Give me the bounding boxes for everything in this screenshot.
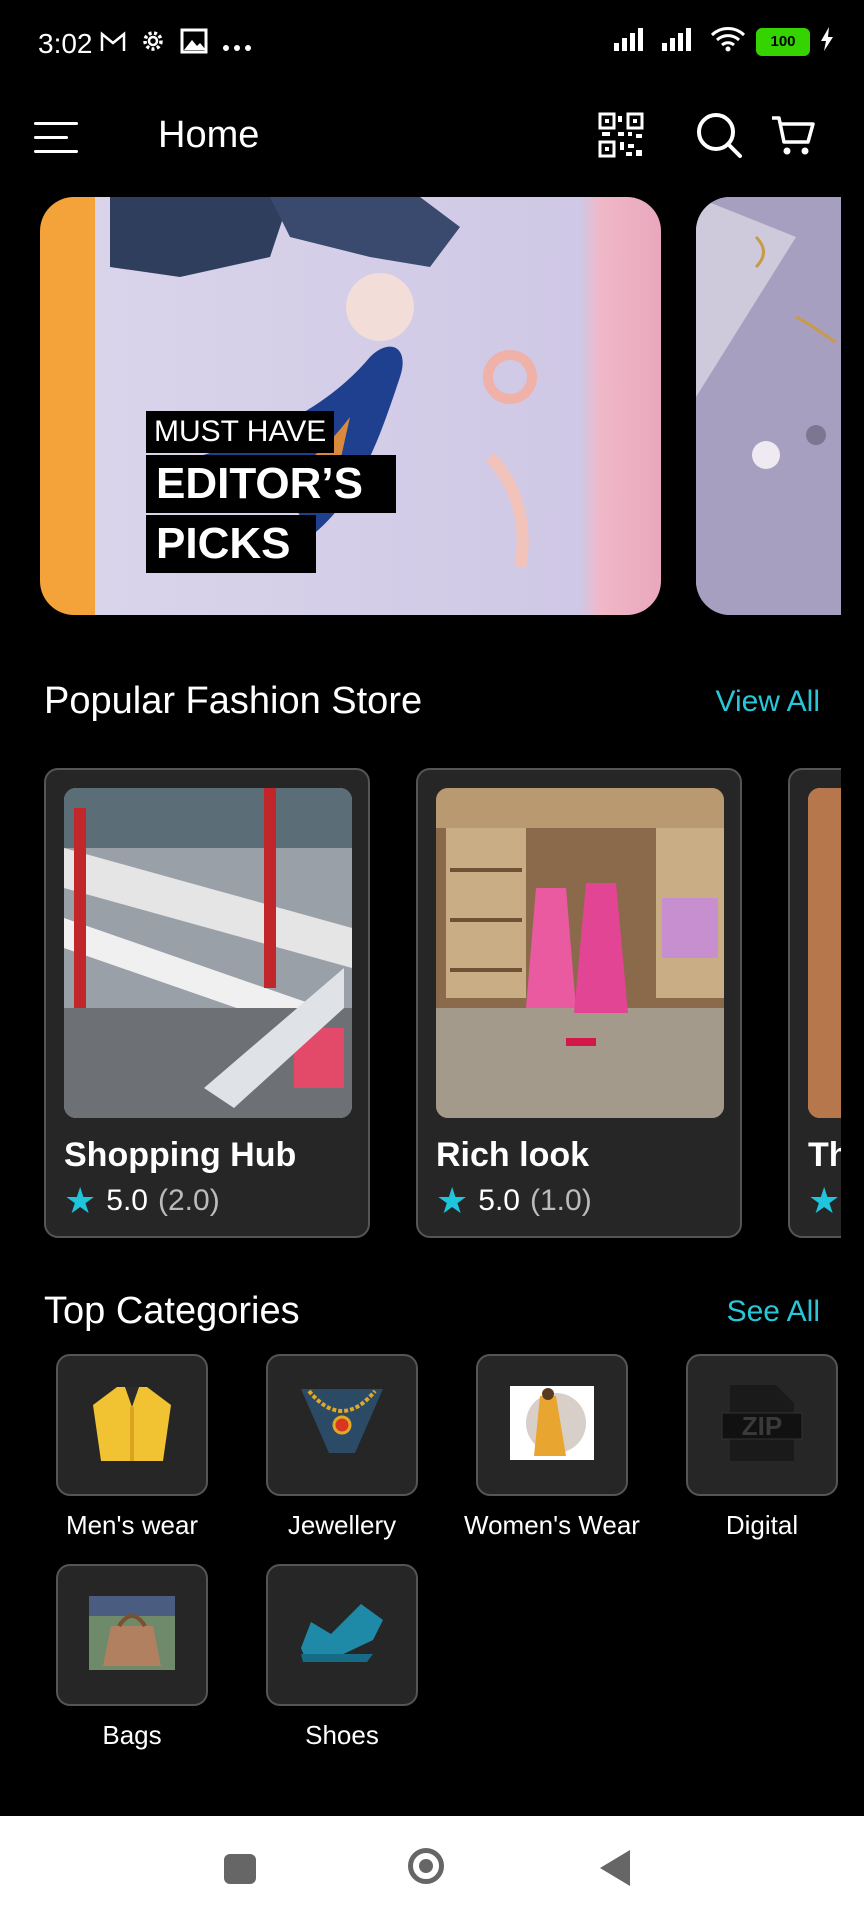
status-icons-right: 100 (614, 26, 834, 57)
rating-value: 5.0 (478, 1184, 520, 1217)
status-bar: 3:02 100 (0, 0, 864, 92)
shoe-icon (297, 1598, 387, 1673)
star-icon: ★ (808, 1180, 841, 1221)
bag-icon (89, 1595, 175, 1675)
category-shoes[interactable]: Shoes (237, 1564, 447, 1751)
banner-next-illustration (696, 197, 841, 615)
category-tile[interactable] (56, 1354, 208, 1496)
page-title: Home (158, 114, 260, 156)
rating-value: 5.0 (106, 1184, 148, 1217)
store-list[interactable]: Shopping Hub ★ 5.0 (2.0) Rich look ★ 5.0… (44, 768, 841, 1240)
qr-code-icon[interactable] (598, 112, 644, 158)
star-icon: ★ (64, 1180, 97, 1221)
category-label: Women's Wear (464, 1510, 640, 1540)
store-name: Th (808, 1136, 841, 1174)
banner-caption-line3: PICKS (146, 515, 316, 573)
category-tile[interactable] (56, 1564, 208, 1706)
wifi-icon (710, 26, 746, 57)
banner-editors-picks[interactable]: MUST HAVE EDITOR’S PICKS (40, 197, 661, 615)
gmail-icon (100, 28, 126, 61)
jewellery-icon (297, 1383, 387, 1468)
mens-wear-icon (87, 1383, 177, 1468)
status-icons-left (100, 28, 252, 61)
store-image (808, 788, 841, 1118)
view-all-link[interactable]: View All (715, 685, 820, 719)
photo-icon (180, 28, 208, 61)
store-rating: ★ (808, 1180, 840, 1222)
see-all-link[interactable]: See All (727, 1295, 820, 1329)
category-mens-wear[interactable]: Men's wear (27, 1354, 237, 1541)
category-tile[interactable]: ZIP (686, 1354, 838, 1496)
status-time: 3:02 (38, 28, 93, 59)
rating-count: (1.0) (530, 1184, 592, 1217)
store-card[interactable]: Shopping Hub ★ 5.0 (2.0) (44, 768, 370, 1238)
category-label: Digital (725, 1510, 799, 1540)
star-icon: ★ (436, 1180, 469, 1221)
home-button[interactable] (408, 1848, 444, 1884)
categories-section-title: Top Categories (44, 1290, 300, 1332)
store-rating: ★ 5.0 (2.0) (64, 1180, 220, 1222)
category-tile[interactable] (476, 1354, 628, 1496)
store-card[interactable]: Rich look ★ 5.0 (1.0) (416, 768, 742, 1238)
store-name: Rich look (436, 1136, 590, 1174)
battery-icon: 100 (756, 27, 810, 56)
category-tile[interactable] (266, 1354, 418, 1496)
signal-icon (662, 27, 700, 56)
store-card[interactable]: Th ★ (788, 768, 841, 1238)
search-icon[interactable] (694, 110, 744, 160)
banner-caption-line2: EDITOR’S (146, 455, 396, 513)
category-digital[interactable]: ZIP Digital (657, 1354, 864, 1541)
app-bar: Home (0, 100, 864, 180)
banner-carousel[interactable]: MUST HAVE EDITOR’S PICKS (40, 197, 841, 615)
more-icon (222, 28, 252, 61)
popular-section-title: Popular Fashion Store (44, 680, 423, 722)
category-label: Bags (102, 1720, 162, 1750)
category-tile[interactable] (266, 1564, 418, 1706)
settings-icon (140, 28, 166, 61)
category-jewellery[interactable]: Jewellery (237, 1354, 447, 1541)
category-label: Jewellery (287, 1510, 397, 1540)
category-label: Shoes (305, 1720, 379, 1750)
popular-section-header: Popular Fashion Store View All (44, 680, 820, 723)
back-button[interactable] (600, 1850, 630, 1886)
store-rating: ★ 5.0 (1.0) (436, 1180, 592, 1222)
rating-count: (2.0) (158, 1184, 220, 1217)
store-image (436, 788, 724, 1118)
store-name: Shopping Hub (64, 1136, 297, 1174)
menu-icon[interactable] (34, 122, 78, 156)
zip-file-icon: ZIP (720, 1383, 804, 1468)
store-image (64, 788, 352, 1118)
banner-caption-line1: MUST HAVE (146, 411, 335, 453)
cart-icon[interactable] (770, 112, 816, 158)
banner-caption: MUST HAVE EDITOR’S PICKS (146, 411, 396, 573)
categories-section-header: Top Categories See All (44, 1290, 820, 1333)
category-womens-wear[interactable]: Women's Wear (447, 1354, 657, 1541)
category-bags[interactable]: Bags (27, 1564, 237, 1751)
signal-icon (614, 27, 652, 56)
charging-icon (820, 27, 834, 56)
womens-wear-icon (510, 1385, 594, 1465)
system-nav-bar (0, 1816, 864, 1920)
category-grid: Men's wear Jewellery Women's Wear ZIP Di… (50, 1354, 840, 1754)
svg-text:ZIP: ZIP (742, 1411, 782, 1441)
banner-next[interactable] (696, 197, 841, 615)
recent-apps-button[interactable] (224, 1854, 256, 1884)
category-label: Men's wear (65, 1510, 199, 1540)
